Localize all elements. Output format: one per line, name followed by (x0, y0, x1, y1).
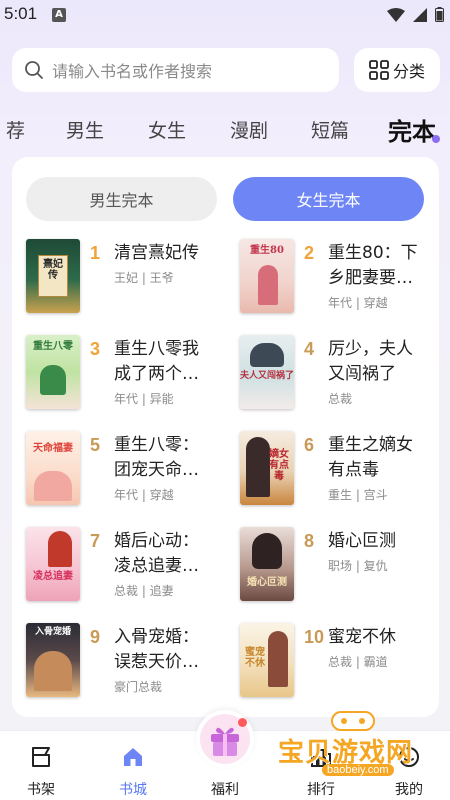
book-title: 厉少，夫人又闯祸了 (328, 339, 413, 384)
book-title: 重生八零我成了两个… (114, 339, 199, 384)
book-title: 重生之嫡女有点毒 (328, 435, 413, 480)
nav-bookshelf[interactable]: 书架 (6, 731, 76, 800)
home-icon (124, 748, 142, 766)
rank-number: 3 (90, 339, 101, 359)
completed-books-panel: 男生完本 女生完本 熹妃传 1 清宫熹妃传 王妃 | 王爷 重生80 2 重生8… (12, 157, 439, 717)
book-cover[interactable]: 天命福妻 (26, 431, 80, 505)
battery-icon (435, 7, 444, 22)
tab-short-story[interactable]: 短篇 (311, 116, 349, 143)
nav-ranking[interactable]: 排行 (286, 731, 356, 800)
notification-icon: A (52, 8, 66, 22)
book-item[interactable]: 天命福妻 5 重生八零：团宠天命… 年代 | 穿越 (26, 431, 226, 507)
book-title: 重生八零：团宠天命… (114, 435, 199, 480)
bookshelf-icon (32, 747, 50, 767)
book-item[interactable]: 蜜宠不休 10 蜜宠不休 总裁 | 霸道 (240, 623, 440, 699)
book-item[interactable]: 夫人又闯祸了 4 厉少，夫人又闯祸了 总裁 (240, 335, 440, 411)
grid-icon (369, 60, 389, 80)
book-cover[interactable]: 夫人又闯祸了 (240, 335, 294, 409)
nav-label: 书架 (27, 782, 55, 798)
male-completed-button[interactable]: 男生完本 (26, 177, 217, 221)
book-title: 重生80：下乡肥妻要… (328, 243, 418, 288)
book-item[interactable]: 婚心叵测 8 婚心叵测 职场 | 复仇 (240, 527, 440, 603)
rank-number: 8 (304, 531, 315, 551)
nav-label: 我的 (395, 782, 423, 798)
book-tags: 总裁 (328, 392, 353, 406)
rank-number: 10 (304, 627, 325, 647)
rank-number: 7 (90, 531, 101, 551)
ranking-icon (311, 749, 331, 767)
rank-number: 5 (90, 435, 101, 455)
notification-dot (238, 718, 247, 727)
profile-icon (399, 747, 419, 767)
tab-comic-drama[interactable]: 漫剧 (230, 116, 268, 143)
nav-bookstore[interactable]: 书城 (98, 731, 168, 800)
book-item[interactable]: 凌总追妻 7 婚后心动：凌总追妻… 总裁 | 追妻 (26, 527, 226, 603)
book-tags: 年代 | 穿越 (114, 488, 174, 502)
book-item[interactable]: 重生八零 3 重生八零我成了两个… 年代 | 异能 (26, 335, 226, 411)
book-cover[interactable]: 嫡女有点毒 (240, 431, 294, 505)
rank-number: 4 (304, 339, 315, 359)
nav-label: 书城 (119, 782, 147, 798)
rank-number: 2 (304, 243, 315, 263)
rank-number: 9 (90, 627, 101, 647)
book-item[interactable]: 熹妃传 1 清宫熹妃传 王妃 | 王爷 (26, 239, 226, 315)
signal-icon (413, 7, 427, 22)
book-tags: 职场 | 复仇 (328, 559, 388, 573)
book-title: 入骨宠婚：误惹天价… (114, 627, 199, 672)
book-item[interactable]: 嫡女有点毒 6 重生之嫡女有点毒 重生 | 宫斗 (240, 431, 440, 507)
search-icon (25, 61, 43, 79)
search-placeholder: 请输入书名或作者搜索 (52, 62, 213, 81)
category-button[interactable]: 分类 (354, 48, 440, 92)
book-tags: 豪门总裁 (114, 680, 163, 694)
book-item[interactable]: 入骨宠婚 9 入骨宠婚：误惹天价… 豪门总裁 (26, 623, 226, 699)
category-label: 分类 (392, 62, 425, 81)
book-cover[interactable]: 入骨宠婚 (26, 623, 80, 697)
book-title: 婚后心动：凌总追妻… (114, 531, 199, 576)
book-tags: 重生 | 宫斗 (328, 488, 388, 502)
book-cover[interactable]: 重生八零 (26, 335, 80, 409)
book-tags: 年代 | 异能 (114, 392, 174, 406)
search-input[interactable]: 请输入书名或作者搜索 (12, 48, 339, 92)
rank-number: 6 (304, 435, 315, 455)
status-bar: 5:01 A (0, 0, 450, 30)
status-icons (387, 7, 444, 22)
tab-female[interactable]: 女生 (148, 116, 186, 143)
book-tags: 总裁 | 追妻 (114, 584, 174, 598)
book-tags: 总裁 | 霸道 (328, 655, 388, 669)
female-completed-button[interactable]: 女生完本 (233, 177, 424, 221)
book-tags: 王妃 | 王爷 (114, 271, 174, 285)
book-cover[interactable]: 凌总追妻 (26, 527, 80, 601)
book-cover[interactable]: 蜜宠不休 (240, 623, 294, 697)
nav-profile[interactable]: 我的 (374, 731, 444, 800)
tab-completed[interactable]: 完本 (388, 112, 436, 147)
rank-number: 1 (90, 243, 101, 263)
book-title: 蜜宠不休 (328, 627, 396, 647)
book-title: 清宫熹妃传 (114, 243, 199, 263)
status-time: 5:01 (4, 4, 38, 23)
book-item[interactable]: 重生80 2 重生80：下乡肥妻要… 年代 | 穿越 (240, 239, 440, 315)
active-tab-indicator (432, 135, 440, 143)
book-tags: 年代 | 穿越 (328, 296, 388, 310)
tab-recommend[interactable]: 荐 (6, 116, 25, 143)
book-cover[interactable]: 重生80 (240, 239, 294, 313)
wifi-icon (387, 7, 405, 22)
book-cover[interactable]: 熹妃传 (26, 239, 80, 313)
tab-male[interactable]: 男生 (66, 116, 104, 143)
book-cover[interactable]: 婚心叵测 (240, 527, 294, 601)
nav-label: 福利 (211, 782, 239, 798)
channel-tabs: 荐 男生 女生 漫剧 短篇 完本 (0, 110, 450, 150)
book-title: 婚心叵测 (328, 531, 396, 551)
nav-label: 排行 (307, 782, 335, 798)
